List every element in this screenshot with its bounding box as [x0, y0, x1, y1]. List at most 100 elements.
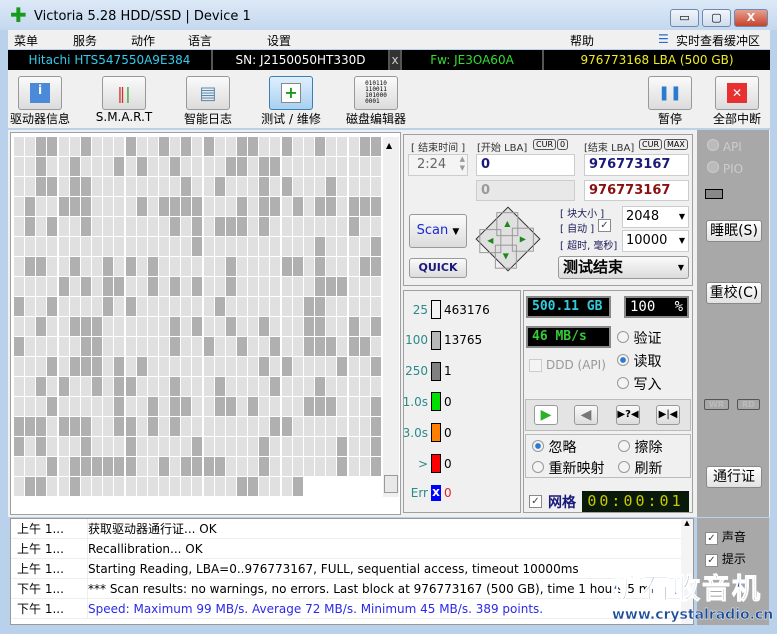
chevron-down-icon: ▼: [678, 236, 685, 245]
minimize-button[interactable]: ▭: [670, 9, 699, 27]
scan-block: [248, 377, 259, 396]
scan-block: [359, 457, 370, 476]
scan-block: [181, 357, 192, 376]
mode-verify-radio[interactable]: 验证: [617, 328, 661, 351]
api-radio[interactable]: API: [707, 139, 742, 154]
timeout-value: 10000: [626, 233, 668, 248]
menu-service[interactable]: 服务: [73, 32, 97, 49]
scan-block: [36, 477, 47, 496]
spinner-arrows-icon[interactable]: ▲ ▼: [460, 155, 465, 173]
scan-block: [103, 477, 114, 496]
action-remap-radio[interactable]: 重新映射: [532, 458, 604, 478]
scan-block: [348, 277, 359, 296]
disk-editor-button[interactable]: 010110 110011 101000 0001: [354, 76, 398, 110]
menu-help[interactable]: 帮助: [570, 32, 594, 49]
smart-log-button[interactable]: ▤: [186, 76, 230, 110]
maximize-button[interactable]: ▢: [702, 9, 731, 27]
menu-main[interactable]: 菜单: [14, 32, 38, 49]
hints-checkbox[interactable]: ✓ 提示: [705, 550, 746, 567]
scan-block: [203, 297, 214, 316]
butterfly-button[interactable]: ▶?◀: [616, 405, 640, 425]
scan-block: [315, 297, 326, 316]
passport-button[interactable]: 通行证: [706, 466, 762, 488]
mode-read-radio[interactable]: 读取: [617, 351, 661, 374]
scan-block: [136, 437, 147, 456]
scan-block: [114, 257, 125, 276]
scan-block: [359, 317, 370, 336]
scan-button[interactable]: Scan ▼: [409, 214, 467, 248]
activity-indicator: [705, 189, 723, 199]
scan-block: [259, 237, 270, 256]
end-lba-input[interactable]: 976773167: [584, 154, 689, 176]
scan-block: [181, 257, 192, 276]
scan-block: [214, 257, 225, 276]
to-end-button[interactable]: ▶|◀: [656, 405, 680, 425]
menu-buffer-view[interactable]: 实时查看缓冲区: [676, 32, 760, 49]
menu-bar: 菜单 服务 动作 语言 设置 帮助 ☰ 实时查看缓冲区: [8, 30, 770, 49]
status-select[interactable]: 测试结束 ▼: [558, 256, 689, 279]
timeout-select[interactable]: 10000 ▼: [622, 230, 689, 252]
menu-language[interactable]: 语言: [188, 32, 212, 49]
scan-block: [158, 397, 169, 416]
sleep-button[interactable]: 睡眠(S): [706, 220, 762, 242]
scan-block: [25, 177, 36, 196]
log-row[interactable]: 上午 1... Starting Reading, LBA=0..97677316…: [11, 559, 683, 579]
block-size-select[interactable]: 2048 ▼: [622, 206, 689, 228]
menu-action[interactable]: 动作: [131, 32, 155, 49]
action-ignore-radio[interactable]: 忽略: [532, 437, 576, 457]
scan-block: [47, 137, 58, 156]
event-log[interactable]: 上午 1... 获取驱动器通行证... OK 上午 1... Recallibrati…: [10, 518, 694, 625]
action-radio-group: 忽略 擦除 重新映射 刷新: [525, 434, 691, 478]
start-zero-button[interactable]: 0: [557, 139, 569, 150]
scan-label: Scan: [416, 223, 449, 238]
scroll-up-icon[interactable]: ▲: [386, 141, 392, 150]
action-erase-radio[interactable]: 擦除: [618, 437, 662, 457]
pause-button[interactable]: ❚❚: [648, 76, 692, 110]
end-time-spinner[interactable]: 2:24 ▲ ▼: [408, 154, 468, 176]
auto-checkbox[interactable]: ✓: [598, 219, 611, 232]
quick-button[interactable]: QUICK: [409, 258, 467, 278]
scan-block: [237, 377, 247, 396]
stop-all-button[interactable]: ✕: [715, 76, 759, 110]
scan-block: [47, 477, 58, 496]
scan-block: [359, 337, 370, 356]
grid-checkbox[interactable]: ✓: [529, 495, 542, 508]
close-drive-button[interactable]: x: [390, 50, 402, 70]
log-row[interactable]: 下午 1... *** Scan results: no warnings, no…: [11, 579, 683, 599]
ddd-checkbox[interactable]: [529, 359, 542, 372]
pio-radio[interactable]: PIO: [707, 161, 743, 176]
scan-block: [147, 157, 158, 176]
scan-block: [80, 217, 91, 236]
end-max-button[interactable]: MAX: [664, 139, 688, 150]
scan-block: [326, 237, 337, 256]
log-row[interactable]: 下午 1... Speed: Maximum 99 MB/s. Average 7…: [11, 599, 683, 619]
smart-button[interactable]: ‖|: [102, 76, 146, 110]
arrow-down-button[interactable]: ▼: [494, 244, 517, 269]
scan-block: [214, 377, 225, 396]
scan-block: [370, 177, 381, 196]
log-row[interactable]: 上午 1... 获取驱动器通行证... OK: [11, 519, 683, 539]
scan-block: [259, 177, 270, 196]
start-lba-input[interactable]: 0: [476, 154, 575, 176]
log-row[interactable]: 上午 1... Recallibration... OK: [11, 539, 683, 559]
recalibrate-button[interactable]: 重校(C): [706, 282, 762, 304]
scan-block: [203, 137, 214, 156]
end-cur-button[interactable]: CUR: [639, 139, 662, 150]
play-backward-button[interactable]: ◀: [574, 405, 598, 425]
sound-checkbox[interactable]: ✓ 声音: [705, 528, 746, 545]
test-repair-button[interactable]: +: [269, 76, 313, 110]
start-cur-button[interactable]: CUR: [533, 139, 556, 150]
scan-block: [192, 157, 203, 176]
scan-block: [136, 317, 147, 336]
action-refresh-radio[interactable]: 刷新: [618, 458, 662, 478]
drive-info-button[interactable]: i: [18, 76, 62, 110]
scan-block: [237, 437, 247, 456]
scan-block: [348, 377, 359, 396]
mode-write-radio[interactable]: 写入: [617, 374, 661, 397]
scan-block: [181, 417, 192, 436]
play-forward-button[interactable]: ▶: [534, 405, 558, 425]
scan-block: [270, 357, 281, 376]
scan-block: [158, 257, 169, 276]
close-button[interactable]: X: [734, 9, 768, 27]
menu-settings[interactable]: 设置: [267, 32, 291, 49]
